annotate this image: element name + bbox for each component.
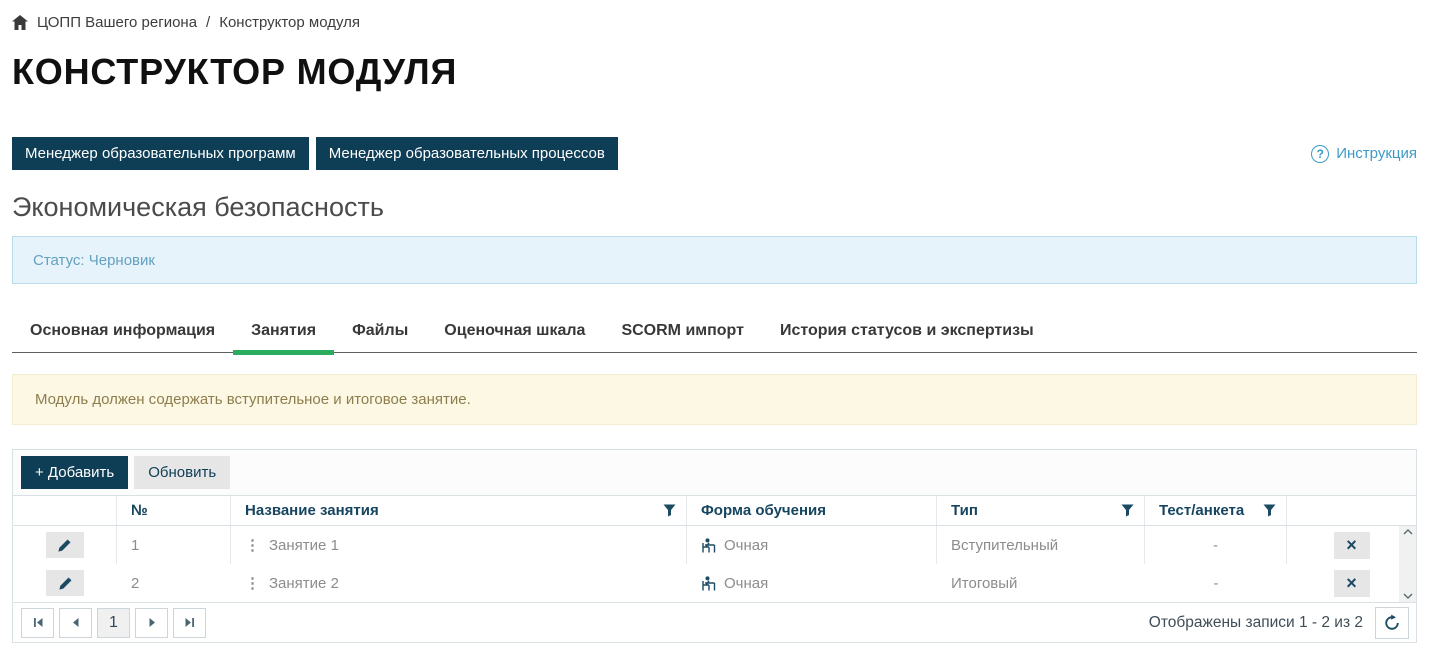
lesson-num: 1 (131, 537, 139, 554)
grid-toolbar: + Добавить Обновить (13, 450, 1416, 496)
cell-num: 1 (117, 526, 231, 564)
question-circle-icon: ? (1311, 145, 1329, 163)
processes-manager-button[interactable]: Менеджер образовательных процессов (316, 137, 618, 170)
breadcrumb-separator: / (206, 14, 210, 31)
cell-type: Вступительный (937, 526, 1145, 564)
header-delete (1287, 496, 1416, 525)
breadcrumb-item-home[interactable]: ЦОПП Вашего региона (37, 14, 197, 31)
tab-status-history[interactable]: История статусов и экспертизы (762, 314, 1052, 352)
vertical-scrollbar[interactable] (1399, 526, 1416, 602)
pager: 1 Отображены записи 1 - 2 из 2 (13, 602, 1416, 642)
cell-form: Очная (687, 564, 937, 602)
table-body: 1 ⋮ Занятие 1 Очная Вступительный - × (13, 526, 1416, 602)
tab-main-info[interactable]: Основная информация (12, 314, 233, 352)
header-num-label: № (131, 502, 148, 519)
edit-lesson-button[interactable] (46, 570, 84, 596)
last-page-button[interactable] (173, 608, 206, 638)
pager-buttons: 1 (21, 608, 206, 638)
nav-buttons: Менеджер образовательных программ Менедж… (12, 137, 618, 170)
add-lesson-button[interactable]: + Добавить (21, 456, 128, 489)
tab-files[interactable]: Файлы (334, 314, 426, 352)
warning-banner: Модуль должен содержать вступительное и … (12, 374, 1417, 425)
instruction-label: Инструкция (1336, 145, 1417, 162)
drag-handle-icon[interactable]: ⋮ (245, 574, 260, 592)
header-name-label: Название занятия (245, 502, 379, 519)
breadcrumb-item-current: Конструктор модуля (219, 14, 360, 31)
filter-icon[interactable] (1121, 504, 1134, 517)
records-summary: Отображены записи 1 - 2 из 2 (1149, 614, 1363, 632)
cell-delete: × (1287, 526, 1416, 564)
pager-info: Отображены записи 1 - 2 из 2 (1149, 607, 1409, 639)
lesson-test: - (1214, 575, 1219, 592)
pencil-icon (57, 538, 72, 553)
prev-page-button[interactable] (59, 608, 92, 638)
lesson-form: Очная (724, 537, 768, 554)
lesson-test: - (1213, 537, 1218, 554)
instruction-link[interactable]: ? Инструкция (1311, 145, 1417, 163)
first-page-button[interactable] (21, 608, 54, 638)
header-actions (13, 496, 117, 525)
lesson-name: Занятие 2 (269, 575, 339, 592)
status-text: Статус: Черновик (33, 252, 155, 269)
cell-test: - (1145, 526, 1287, 564)
home-icon[interactable] (12, 15, 28, 30)
cell-name: ⋮ Занятие 2 (231, 564, 687, 602)
lesson-form: Очная (724, 575, 768, 592)
cell-form: Очная (687, 526, 937, 564)
header-type: Тип (937, 496, 1145, 525)
refresh-icon (1383, 614, 1401, 632)
table-header-row: № Название занятия Форма обучения Тип Те… (13, 496, 1416, 526)
cell-type: Итоговый (937, 564, 1145, 602)
in-person-training-icon (701, 538, 718, 553)
tab-lessons[interactable]: Занятия (233, 314, 334, 355)
warning-text: Модуль должен содержать вступительное и … (35, 391, 471, 408)
cell-actions (13, 526, 117, 564)
status-bar: Статус: Черновик (12, 236, 1417, 284)
cell-delete: × (1287, 564, 1416, 602)
in-person-training-icon (701, 576, 718, 591)
filter-icon[interactable] (663, 504, 676, 517)
cell-num: 2 (117, 564, 231, 602)
scroll-up-icon[interactable] (1403, 529, 1413, 535)
page-title: КОНСТРУКТОР МОДУЛЯ (12, 51, 1417, 93)
programs-manager-button[interactable]: Менеджер образовательных программ (12, 137, 309, 170)
page: ЦОПП Вашего региона / Конструктор модуля… (0, 14, 1429, 643)
scroll-down-icon[interactable] (1403, 593, 1413, 599)
cell-test: - (1145, 564, 1287, 602)
header-type-label: Тип (951, 502, 978, 519)
lesson-name: Занятие 1 (269, 537, 339, 554)
lessons-grid: + Добавить Обновить № Название занятия Ф… (12, 449, 1417, 643)
cell-actions (13, 564, 117, 602)
breadcrumb: ЦОПП Вашего региона / Конструктор модуля (12, 14, 1417, 31)
header-test: Тест/анкета (1145, 496, 1287, 525)
header-test-label: Тест/анкета (1159, 502, 1244, 519)
tab-grading-scale[interactable]: Оценочная шкала (426, 314, 603, 352)
refresh-grid-button[interactable]: Обновить (134, 456, 230, 489)
close-icon: × (1346, 536, 1357, 554)
table-row: 2 ⋮ Занятие 2 Очная Итоговый - × (13, 564, 1416, 602)
header-num: № (117, 496, 231, 525)
delete-lesson-button[interactable]: × (1334, 532, 1370, 559)
close-icon: × (1346, 574, 1357, 592)
reload-table-button[interactable] (1375, 607, 1409, 639)
module-name: Экономическая безопасность (12, 190, 1417, 224)
edit-lesson-button[interactable] (46, 532, 84, 558)
nav-row: Менеджер образовательных программ Менедж… (12, 137, 1417, 170)
filter-icon[interactable] (1263, 504, 1276, 517)
lesson-type: Итоговый (951, 575, 1017, 592)
pencil-icon (58, 576, 73, 591)
page-number-button[interactable]: 1 (97, 608, 130, 638)
tab-scorm-import[interactable]: SCORM импорт (603, 314, 762, 352)
header-form-label: Форма обучения (701, 502, 826, 519)
header-name: Название занятия (231, 496, 687, 525)
tab-bar: Основная информация Занятия Файлы Оценоч… (12, 314, 1417, 353)
cell-name: ⋮ Занятие 1 (231, 526, 687, 564)
next-page-button[interactable] (135, 608, 168, 638)
lesson-num: 2 (131, 575, 139, 592)
lesson-type: Вступительный (951, 537, 1058, 554)
header-form: Форма обучения (687, 496, 937, 525)
drag-handle-icon[interactable]: ⋮ (245, 536, 260, 554)
delete-lesson-button[interactable]: × (1334, 570, 1370, 597)
table-row: 1 ⋮ Занятие 1 Очная Вступительный - × (13, 526, 1416, 564)
